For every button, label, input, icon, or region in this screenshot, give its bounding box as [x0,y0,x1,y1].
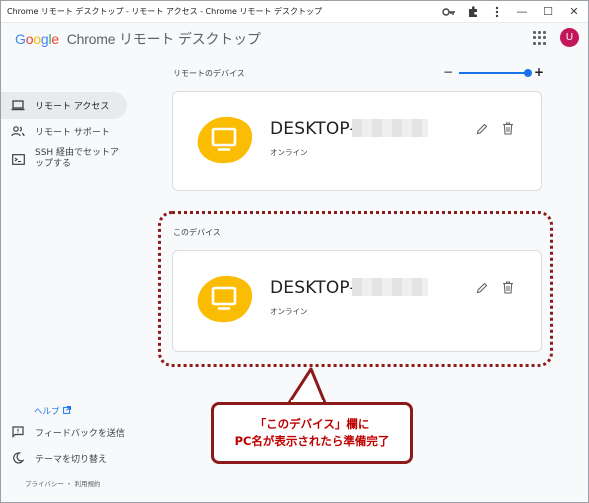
close-button[interactable]: ✕ [562,3,586,21]
device-status: オンライン [270,148,308,157]
people-icon [11,126,25,138]
delete-icon[interactable] [502,122,514,135]
sidebar-item-label: リモート サポート [35,128,110,138]
remote-device-card[interactable]: DESKTOP- オンライン [172,91,542,191]
window-title: Chrome リモート デスクトップ - リモート アクセス - Chrome … [7,7,323,16]
title-bar: Chrome リモート デスクトップ - リモート アクセス - Chrome … [1,1,588,23]
switch-theme-item[interactable]: テーマを切り替え [1,449,151,467]
key-icon[interactable] [438,3,460,21]
send-feedback-label: フィードバックを送信 [35,428,125,439]
maximize-button[interactable]: ☐ [536,3,560,21]
zoom-track[interactable] [459,72,529,74]
zoom-in-button[interactable]: + [534,65,544,79]
annotation-line-1: 「このデバイス」欄に [254,417,370,431]
app-logo[interactable]: Google Chrome リモート デスクトップ [15,29,261,49]
external-link-icon [62,405,71,417]
laptop-icon [11,100,25,112]
app-window: Chrome リモート デスクトップ - リモート アクセス - Chrome … [0,0,589,503]
edit-icon[interactable] [476,123,488,135]
help-link[interactable]: ヘルプ [34,405,71,417]
sidebar-item-label: SSH 経由でセットアップする [35,148,120,169]
switch-theme-label: テーマを切り替え [35,454,108,465]
sidebar-item-label: リモート アクセス [35,102,110,112]
zoom-out-button[interactable]: − [443,65,453,79]
annotation-line-2: PC名が表示されたら準備完了 [234,434,390,448]
help-label: ヘルプ [34,407,60,417]
apps-grid-icon[interactable] [533,31,547,45]
terminal-icon [11,153,25,165]
app-header: Google Chrome リモート デスクトップ U [1,23,588,53]
sidebar-item-remote-access[interactable]: リモート アクセス [1,92,127,119]
zoom-slider[interactable]: − + [443,65,544,81]
logo-letter: o [33,31,41,47]
logo-letter: e [51,31,59,47]
minimize-button[interactable]: — [510,3,534,21]
sidebar-item-remote-support[interactable]: リモート サポート [1,118,127,145]
send-feedback-item[interactable]: フィードバックを送信 [1,423,151,441]
feedback-icon [11,426,25,438]
annotation-callout: 「このデバイス」欄に PC名が表示されたら準備完了 [211,402,413,464]
remote-devices-heading: リモートのデバイス [173,69,245,78]
moon-icon [11,452,25,464]
zoom-thumb[interactable] [524,69,532,77]
computer-icon [197,116,253,164]
privacy-terms-links[interactable]: プライバシー ・ 利用規約 [25,478,101,488]
device-name: DESKTOP- [270,119,356,139]
avatar[interactable]: U [560,28,579,47]
redacted-name-mask [352,119,428,137]
callout-pointer [287,367,327,403]
extension-icon[interactable] [462,3,484,21]
product-name: Chrome リモート デスクトップ [66,31,261,47]
logo-letter: G [15,31,26,47]
sidebar: リモート アクセス リモート サポート SSH 経由でセットアップする ヘルプ … [1,53,151,502]
more-vert-icon[interactable] [486,3,508,21]
sidebar-item-ssh-setup[interactable]: SSH 経由でセットアップする [1,148,127,178]
this-device-highlight [158,211,553,367]
